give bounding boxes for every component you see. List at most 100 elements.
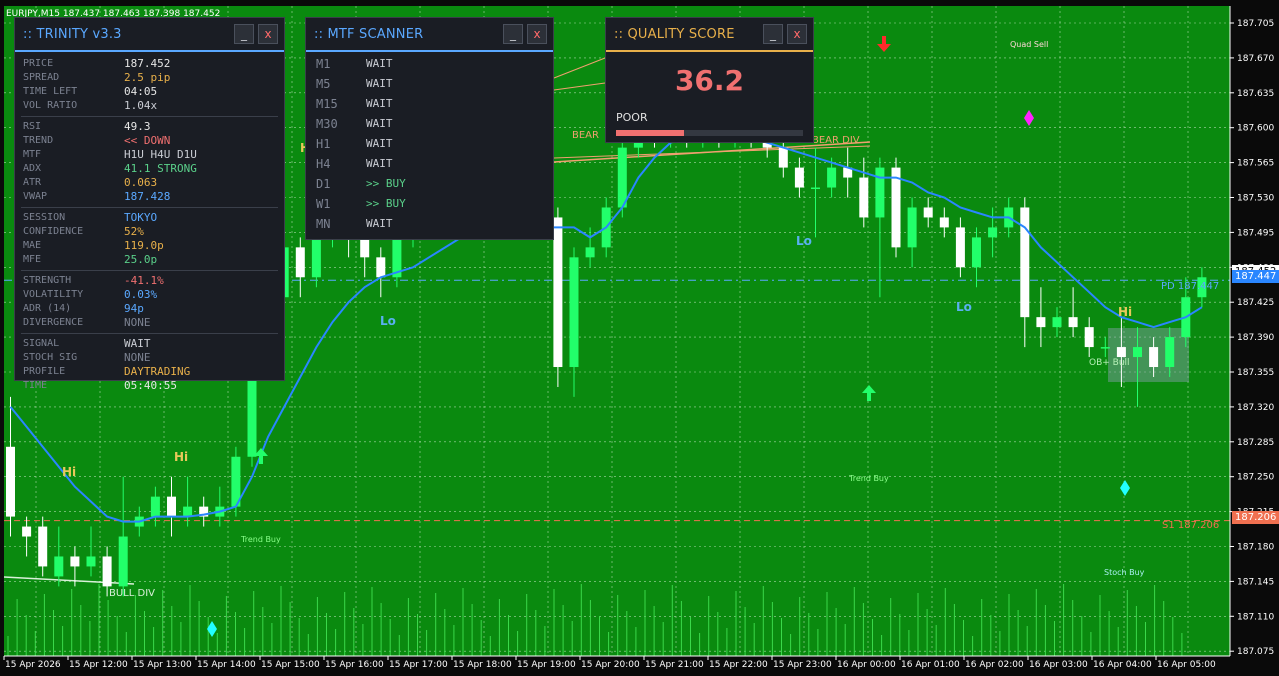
candle-body xyxy=(585,247,595,258)
time-tick-label: 15 Apr 17:00 xyxy=(389,660,448,670)
label-lo-1: Lo xyxy=(380,314,396,328)
quality-minimize-button[interactable]: _ xyxy=(763,24,783,44)
price-tick-label: 187.075 xyxy=(1237,647,1274,657)
trinity-row-value: DAYTRADING xyxy=(124,365,191,378)
trinity-row-value: WAIT xyxy=(124,337,151,350)
trinity-separator xyxy=(21,333,278,334)
trinity-separator xyxy=(21,270,278,271)
candle-body xyxy=(54,556,64,577)
candle-body xyxy=(859,177,869,218)
time-tick-label: 15 Apr 15:00 xyxy=(261,660,320,670)
trinity-row: CONFIDENCE 52% xyxy=(15,225,284,239)
candle-body xyxy=(923,207,933,218)
trinity-row-label: TREND xyxy=(23,135,54,146)
trinity-close-button[interactable]: x xyxy=(258,24,278,44)
trinity-row-label: MTF xyxy=(23,149,42,160)
candle-body xyxy=(167,496,176,517)
time-tick-label: 16 Apr 03:00 xyxy=(1029,660,1088,670)
mtf-row-w1: W1 >> BUY xyxy=(306,194,553,214)
price-tick-label: 187.495 xyxy=(1237,228,1274,238)
price-tick-label: 187.285 xyxy=(1237,438,1274,448)
mtf-header[interactable]: :: MTF SCANNER _ x xyxy=(306,18,553,50)
candle-body xyxy=(569,257,579,368)
price-tag-s1: 187.206 xyxy=(1232,511,1279,524)
trinity-row-value: 119.0p xyxy=(124,239,164,252)
trinity-header[interactable]: :: TRINITY v3.3 _ x xyxy=(15,18,284,50)
trinity-row: ADR (14) 94p xyxy=(15,302,284,316)
trinity-row-value: 25.0p xyxy=(124,253,158,266)
trinity-row: ADX 41.1 STRONG xyxy=(15,162,284,176)
trinity-rows: PRICE 187.452 SPREAD 2.5 pip TIME LEFT 04:05 V… xyxy=(15,52,284,393)
candle-body xyxy=(617,147,627,208)
time-tick-label: 15 Apr 23:00 xyxy=(773,660,832,670)
candle-body xyxy=(102,556,112,587)
mtf-rows: M1 WAIT M5 WAIT M15 WAIT M30 WAIT H1 WAIT H4 WAIT D1… xyxy=(306,52,553,234)
candle-body xyxy=(311,237,321,278)
trinity-row-value: -41.1% xyxy=(124,274,164,287)
mtf-status: WAIT xyxy=(366,157,393,170)
time-tick-label: 15 Apr 18:00 xyxy=(453,660,512,670)
mtf-minimize-button[interactable]: _ xyxy=(503,24,523,44)
time-tick-label: 16 Apr 05:00 xyxy=(1157,660,1216,670)
trinity-row-label: SESSION xyxy=(23,212,66,223)
trinity-row-label: SIGNAL xyxy=(23,338,60,349)
candle-body xyxy=(988,227,998,238)
candle-body xyxy=(1036,317,1046,328)
trinity-row-value: 04:05 xyxy=(124,85,158,98)
trinity-title: :: TRINITY v3.3 xyxy=(23,26,122,42)
candle-body xyxy=(972,237,981,268)
mtf-row-m5: M5 WAIT xyxy=(306,74,553,94)
candle-body xyxy=(295,247,305,278)
trinity-minimize-button[interactable]: _ xyxy=(234,24,254,44)
trinity-row-label: DIVERGENCE xyxy=(23,317,84,328)
trinity-row: PRICE 187.452 xyxy=(15,57,284,71)
mtf-status: WAIT xyxy=(366,97,393,110)
trinity-row-value: 0.03% xyxy=(124,288,158,301)
trinity-row-value: NONE xyxy=(124,316,151,329)
candle-body xyxy=(827,167,837,188)
candle-body xyxy=(376,257,386,278)
quality-header[interactable]: :: QUALITY SCORE _ x xyxy=(606,18,813,50)
candle-body xyxy=(1068,317,1078,328)
mtf-status: >> BUY xyxy=(366,177,406,190)
quality-close-button[interactable]: x xyxy=(787,24,807,44)
price-tick-label: 187.145 xyxy=(1237,577,1274,587)
trinity-row: DIVERGENCE NONE xyxy=(15,316,284,330)
time-tick-label: 15 Apr 13:00 xyxy=(133,660,192,670)
time-tick-label: 15 Apr 22:00 xyxy=(709,660,768,670)
price-tick-label: 187.110 xyxy=(1237,612,1274,622)
label-trend-buy-1: Trend Buy xyxy=(240,535,281,544)
quality-score-panel[interactable]: :: QUALITY SCORE _ x 36.2 POOR xyxy=(605,17,814,143)
trinity-row: SESSION TOKYO xyxy=(15,211,284,225)
candle-body xyxy=(1133,347,1142,358)
trinity-row-label: ATR xyxy=(23,177,42,188)
candle-body xyxy=(22,526,32,537)
trinity-row-value: << DOWN xyxy=(124,134,171,147)
trinity-row: STRENGTH -41.1% xyxy=(15,274,284,288)
trinity-row-label: MFE xyxy=(23,254,42,265)
price-tick-label: 187.635 xyxy=(1237,89,1274,99)
candle-body xyxy=(183,506,193,517)
label-quad-sell: Quad Sell xyxy=(1010,40,1048,49)
mtf-scanner-panel[interactable]: :: MTF SCANNER _ x M1 WAIT M5 WAIT M15 WAIT M3… xyxy=(305,17,554,240)
candle-body xyxy=(875,167,885,218)
label-trend-buy-2: Trend Buy xyxy=(848,474,889,483)
candle-body xyxy=(1084,327,1094,348)
mtf-title: :: MTF SCANNER xyxy=(314,26,424,42)
candle-body xyxy=(1020,207,1030,318)
mtf-timeframe: W1 xyxy=(316,197,331,211)
mtf-close-button[interactable]: x xyxy=(527,24,547,44)
mtf-status: WAIT xyxy=(366,117,393,130)
trinity-row: MTF H1U H4U D1U xyxy=(15,148,284,162)
trinity-row-label: TIME xyxy=(23,380,48,391)
mtf-row-mn: MN WAIT xyxy=(306,214,553,234)
mtf-timeframe: H1 xyxy=(316,137,331,151)
trinity-row: TIME LEFT 04:05 xyxy=(15,85,284,99)
trinity-row: SPREAD 2.5 pip xyxy=(15,71,284,85)
trinity-row: STOCH SIG NONE xyxy=(15,351,284,365)
candle-body xyxy=(811,187,820,190)
price-tick-label: 187.670 xyxy=(1237,54,1274,64)
trinity-panel[interactable]: :: TRINITY v3.3 _ x PRICE 187.452 SPREAD 2.… xyxy=(14,17,285,392)
trinity-separator xyxy=(21,207,278,208)
mtf-row-h1: H1 WAIT xyxy=(306,134,553,154)
